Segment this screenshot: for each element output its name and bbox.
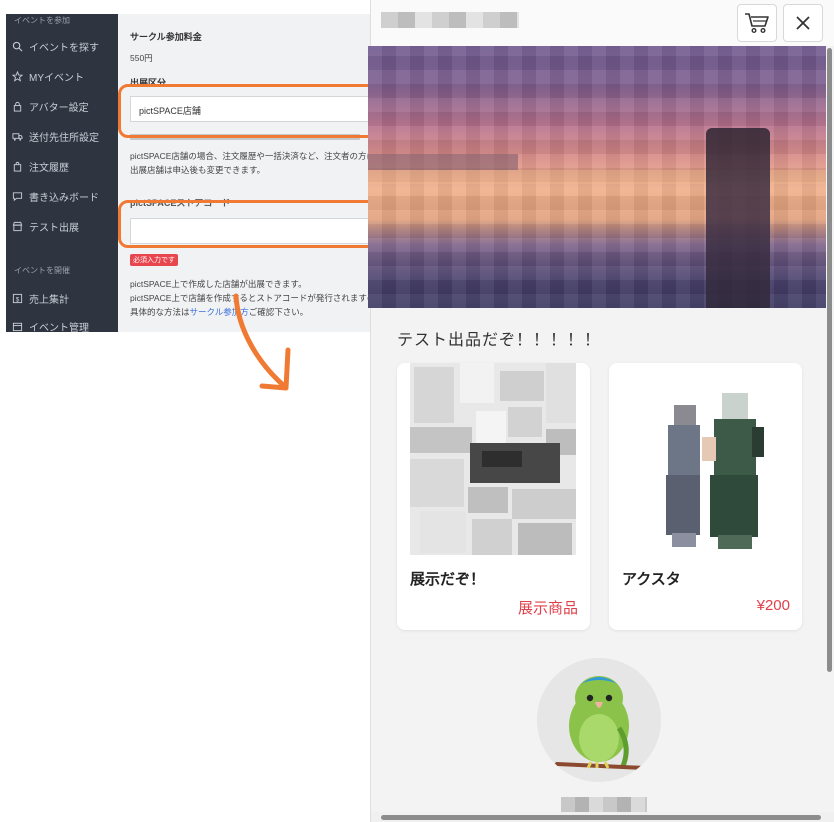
shop-panel: テスト出品だぞ！！！！！ 展示だぞ！ 展示商品 アクスタ ¥200 (368, 0, 834, 822)
product-title: アクスタ (622, 571, 681, 588)
product-image-acrylic-stand (622, 363, 788, 555)
product-price: 展示商品 (517, 600, 578, 617)
cart-icon (745, 13, 769, 34)
highlight-frame-type (118, 84, 378, 138)
cover-image (368, 46, 826, 308)
product-card[interactable]: 展示だぞ！ 展示商品 (397, 363, 590, 630)
truck-icon (12, 132, 23, 141)
help-prefix: 具体的な方法は (130, 307, 190, 317)
close-icon (796, 16, 810, 30)
fee-label: サークル参加料金 (130, 32, 202, 42)
cart-button[interactable] (737, 4, 777, 42)
sidebar-section-join: イベントを参加 (14, 16, 70, 25)
sidebar-section-host: イベントを開催 (14, 266, 70, 275)
section-title: テスト出品だぞ！！！！！ (397, 332, 602, 349)
bag-icon (13, 161, 22, 172)
dollar-icon: $ (12, 293, 23, 303)
creator-avatar[interactable] (537, 658, 661, 782)
search-icon (12, 41, 23, 51)
sidebar-item-label: イベントを探す (29, 42, 99, 54)
product-price: ¥200 (756, 597, 790, 614)
horizontal-scrollbar[interactable] (381, 815, 821, 820)
sidebar-item-test-exhibit[interactable]: テスト出展 (12, 216, 116, 236)
shop-name-redacted (381, 12, 519, 28)
sidebar-item-search-events[interactable]: イベントを探す (12, 36, 116, 56)
chat-icon (12, 191, 23, 201)
type-note-1: pictSPACE店舗の場合、注文履歴や一括決済など、注文者の方にとって便利な (130, 151, 370, 161)
arrow-icon (233, 293, 291, 391)
sidebar-item-label: 売上集計 (29, 294, 69, 306)
sidebar-item-message-board[interactable]: 書き込みボード (12, 186, 116, 206)
product-card[interactable]: アクスタ ¥200 (609, 363, 802, 630)
product-image-manga (410, 363, 576, 555)
parrot-icon (537, 658, 661, 782)
store-help-1: pictSPACE上で作成した店舗が出展できます。 (130, 279, 307, 289)
admin-screenshot: イベントを参加 イベントを探す MYイベント アバター設定 送付先住所設定 注文… (6, 14, 370, 332)
close-button[interactable] (783, 4, 823, 42)
admin-form: サークル参加料金 550円 出展区分 pictSPACE店舗 pictSPACE… (118, 14, 370, 332)
product-title: 展示だぞ！ (410, 571, 486, 588)
vertical-scrollbar[interactable] (827, 48, 832, 672)
sidebar-item-label: テスト出展 (29, 222, 79, 234)
sidebar-item-sales[interactable]: $ 売上集計 (12, 288, 116, 308)
sidebar-item-label: イベント管理 (29, 322, 89, 333)
calendar-icon (12, 322, 23, 331)
creator-name-redacted (561, 797, 647, 813)
sidebar-item-label: MYイベント (29, 72, 84, 84)
required-badge: 必須入力です (130, 254, 178, 266)
panel-header (371, 0, 834, 46)
cover-figure (706, 128, 770, 308)
type-note-2: 出展店舗は申込後も変更できます。 (130, 165, 266, 175)
highlight-frame-store-code (118, 200, 378, 248)
lock-icon (13, 101, 22, 112)
sidebar-item-avatar-settings[interactable]: アバター設定 (12, 96, 116, 116)
fee-value: 550円 (130, 53, 153, 63)
sidebar-item-order-history[interactable]: 注文履歴 (12, 156, 116, 176)
sidebar-item-shipping-address[interactable]: 送付先住所設定 (12, 126, 116, 146)
svg-text:$: $ (16, 296, 20, 303)
sidebar-item-label: 送付先住所設定 (29, 132, 99, 144)
sidebar-item-label: アバター設定 (29, 102, 89, 114)
store-icon (12, 221, 23, 231)
sidebar-item-label: 書き込みボード (29, 192, 99, 204)
sidebar-item-my-events[interactable]: MYイベント (12, 66, 116, 86)
sidebar-item-event-management[interactable]: イベント管理 (12, 316, 116, 332)
star-icon (12, 70, 23, 82)
sidebar-item-label: 注文履歴 (29, 162, 69, 174)
admin-sidebar: イベントを参加 イベントを探す MYイベント アバター設定 送付先住所設定 注文… (6, 14, 118, 332)
